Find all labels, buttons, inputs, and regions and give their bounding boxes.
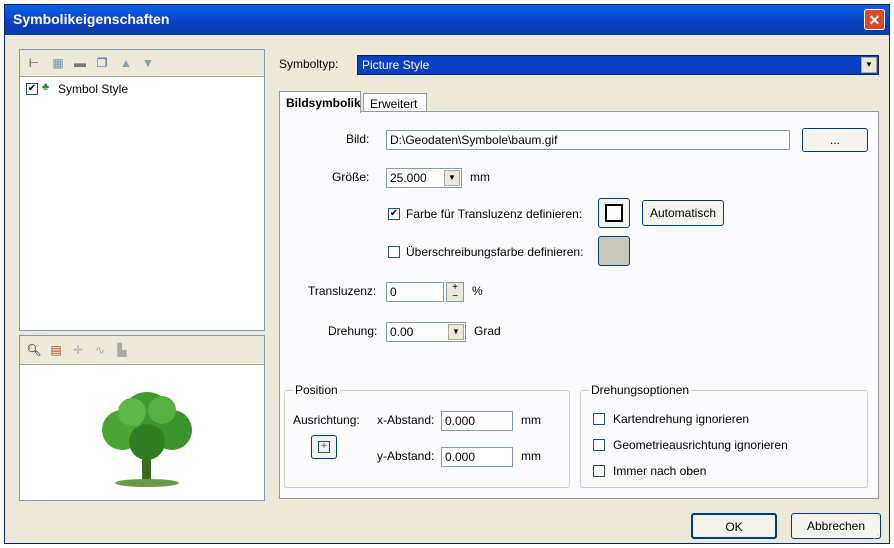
position-group: Position Ausrichtung: + x-Abstand: 0.000… [284, 383, 570, 488]
ueberschreibung-label: Überschreibungsfarbe definieren: [406, 245, 584, 259]
alignment-center-icon: + [318, 441, 330, 453]
move-down-icon[interactable]: ▼ [140, 55, 156, 71]
x-abstand-input[interactable]: 0.000 [441, 411, 513, 431]
y-abstand-unit: mm [521, 449, 541, 463]
preview-toolbar: 🔍︎ ▤ ✛ ∿ ▙ [20, 336, 264, 365]
grid-icon[interactable]: ▤ [48, 342, 64, 358]
y-abstand-label: y-Abstand: [377, 449, 435, 463]
transluzenz-unit: % [472, 284, 483, 298]
geometrieausrichtung-label: Geometrieausrichtung ignorieren [613, 438, 788, 452]
close-button[interactable]: ✕ [864, 9, 885, 30]
delete-icon[interactable]: ▬ [72, 55, 88, 71]
tree-item-label: Symbol Style [58, 82, 129, 96]
groesse-value: 25.000 [390, 171, 427, 185]
tab-bildsymbolik-label: Bildsymbolik [286, 96, 361, 110]
transluzenz-input[interactable]: 0 [386, 282, 444, 302]
bar-icon[interactable]: ▙ [114, 342, 130, 358]
cancel-button[interactable]: Abbrechen [791, 513, 881, 539]
ausrichtung-button[interactable]: + [311, 435, 337, 459]
browse-button[interactable]: ... [802, 128, 868, 152]
chevron-down-icon[interactable]: ▼ [861, 57, 877, 73]
layer-icon[interactable]: ▦ [50, 55, 66, 71]
resize-grip-icon[interactable]: ⋰ [873, 531, 885, 541]
ausrichtung-label: Ausrichtung: [293, 413, 360, 427]
drehung-select[interactable]: 0.00 ▼ [386, 322, 466, 342]
kartendrehung-checkbox[interactable] [593, 413, 605, 425]
tab-erweitert[interactable]: Erweitert [363, 93, 427, 113]
x-abstand-unit: mm [521, 413, 541, 427]
bild-label: Bild: [346, 132, 370, 146]
ueberschreibung-color-button[interactable] [598, 236, 630, 266]
tree-toolbar: ⊢ ▦ ▬ ❐ ▲ ▼ [20, 50, 264, 77]
tree-icon[interactable]: ⊢ [26, 55, 42, 71]
drehungsoptionen-group: Drehungsoptionen Kartendrehung ignoriere… [580, 383, 868, 488]
title-bar[interactable]: Symbolikeigenschaften ✕ [5, 5, 889, 35]
chevron-down-icon[interactable]: ▼ [448, 324, 464, 340]
kartendrehung-label: Kartendrehung ignorieren [613, 412, 750, 426]
wave-icon[interactable]: ∿ [92, 342, 108, 358]
x-abstand-label: x-Abstand: [377, 413, 435, 427]
transluzenz-spinner[interactable]: + − [446, 282, 464, 302]
symboltyp-label: Symboltyp: [279, 57, 339, 71]
immer-nach-oben-label: Immer nach oben [613, 464, 707, 478]
drehung-label: Drehung: [328, 324, 378, 338]
transluzenz-farbe-checkbox[interactable]: ✔ [388, 208, 400, 220]
symboltyp-value: Picture Style [362, 58, 430, 72]
geometrieausrichtung-checkbox[interactable] [593, 439, 605, 451]
drehungsoptionen-group-title: Drehungsoptionen [589, 383, 692, 397]
zoom-icon[interactable]: 🔍︎ [26, 342, 42, 358]
tree-symbol-icon: ♣ [42, 81, 50, 93]
groesse-label: Größe: [332, 170, 370, 184]
transluzenz-color-button[interactable] [598, 198, 630, 228]
immer-nach-oben-checkbox[interactable] [593, 465, 605, 477]
chevron-down-icon[interactable]: ▼ [444, 170, 460, 186]
dialog-window: Symbolikeigenschaften ✕ ⊢ ▦ ▬ ❐ ▲ ▼ ✔ ♣ … [4, 4, 890, 544]
symbol-tree-panel: ⊢ ▦ ▬ ❐ ▲ ▼ ✔ ♣ Symbol Style [19, 49, 265, 331]
ueberschreibung-checkbox[interactable] [388, 246, 400, 258]
bild-path-input[interactable]: D:\Geodaten\Symbole\baum.gif [386, 130, 790, 150]
ok-button[interactable]: OK [691, 513, 777, 539]
tree-item-checkbox[interactable]: ✔ [26, 83, 38, 95]
tab-erweitert-label: Erweitert [370, 97, 418, 111]
tab-pane: Bild: D:\Geodaten\Symbole\baum.gif ... G… [279, 111, 879, 499]
tree-preview-image [102, 392, 192, 487]
transluzenz-label: Transluzenz: [308, 284, 377, 298]
drehung-unit: Grad [474, 324, 501, 338]
position-group-title: Position [293, 383, 340, 397]
y-abstand-input[interactable]: 0.000 [441, 447, 513, 467]
color-swatch [605, 204, 623, 222]
automatisch-button[interactable]: Automatisch [642, 200, 724, 226]
transluzenz-farbe-label: Farbe für Transluzenz definieren: [406, 207, 583, 221]
copy-icon[interactable]: ❐ [94, 55, 110, 71]
crosshair-icon[interactable]: ✛ [70, 342, 86, 358]
groesse-select[interactable]: 25.000 ▼ [386, 168, 462, 188]
tab-bildsymbolik[interactable]: Bildsymbolik [279, 91, 361, 113]
window-title: Symbolikeigenschaften [13, 11, 170, 27]
groesse-unit: mm [470, 170, 490, 184]
move-up-icon[interactable]: ▲ [118, 55, 134, 71]
symboltyp-select[interactable]: Picture Style ▼ [357, 55, 879, 75]
drehung-value: 0.00 [390, 325, 414, 339]
preview-panel: 🔍︎ ▤ ✛ ∿ ▙ [19, 335, 265, 501]
